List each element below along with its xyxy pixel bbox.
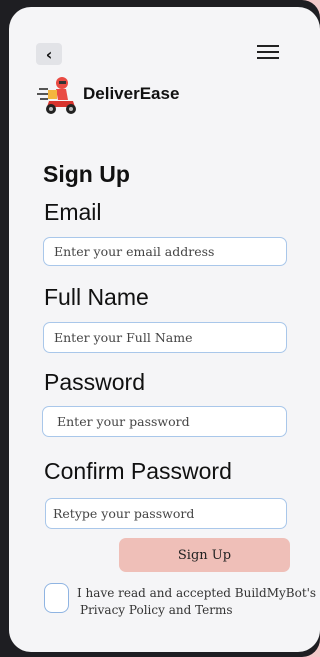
hamburger-menu-icon[interactable] <box>257 45 279 61</box>
password-field[interactable] <box>42 406 287 437</box>
chevron-left-icon: ‹ <box>45 44 53 64</box>
confirm-password-field[interactable] <box>45 498 287 529</box>
confirm-password-label: Confirm Password <box>44 458 232 484</box>
phone-frame: ‹ DeliverEase Sign Up Email Enter your e… <box>0 0 320 657</box>
terms-line-2: Privacy Policy and Terms <box>80 603 233 617</box>
terms-text: I have read and accepted BuildMyBot's Pr… <box>77 585 320 619</box>
terms-line-1: I have read and accepted BuildMyBot's <box>77 586 317 600</box>
full-name-field[interactable] <box>43 322 287 353</box>
password-label: Password <box>44 369 145 395</box>
sign-up-button[interactable]: Sign Up <box>119 538 290 572</box>
full-name-label: Full Name <box>44 284 149 310</box>
app-screen: ‹ DeliverEase Sign Up Email Enter your e… <box>9 7 320 652</box>
brand-name: DeliverEase <box>83 84 180 103</box>
back-button[interactable]: ‹ <box>36 43 62 65</box>
delivery-scooter-icon <box>37 77 76 114</box>
email-label: Email <box>44 199 102 225</box>
terms-checkbox[interactable] <box>44 583 69 613</box>
page-title: Sign Up <box>43 161 130 187</box>
email-field[interactable] <box>43 237 287 266</box>
